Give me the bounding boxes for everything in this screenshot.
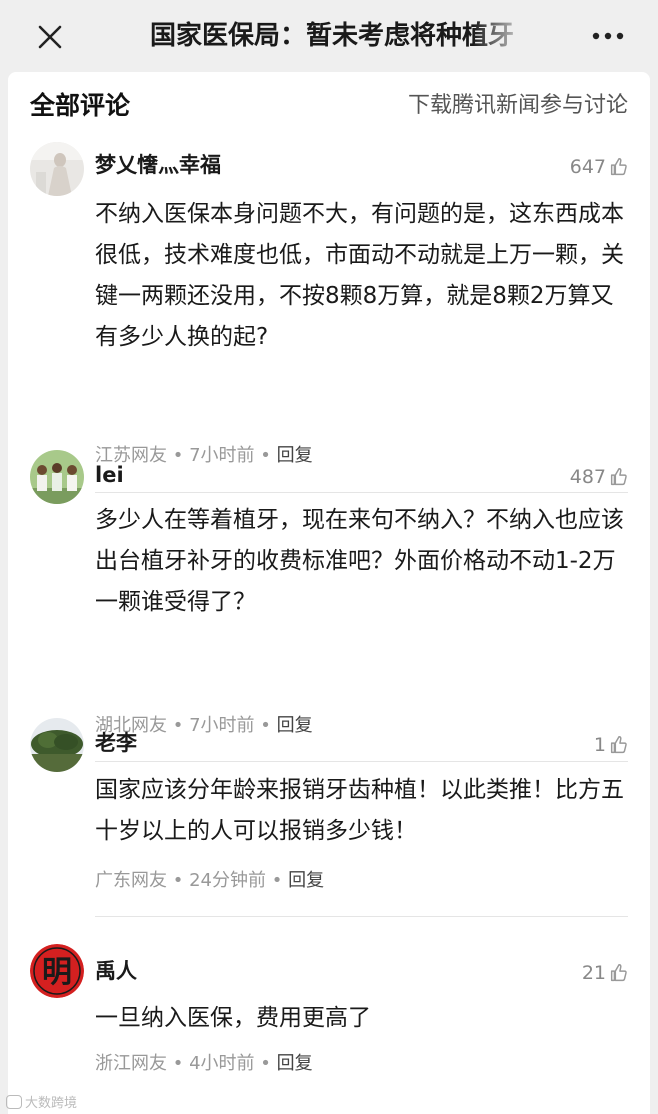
avatar[interactable]: 明: [30, 944, 84, 998]
meta-separator: •: [172, 715, 184, 736]
meta-separator: •: [271, 870, 283, 891]
comment-location: 广东网友: [95, 870, 167, 891]
comment-location: 浙江网友: [95, 1053, 167, 1074]
like-button[interactable]: 647: [570, 152, 630, 182]
avatar[interactable]: [30, 450, 84, 504]
meta-separator: •: [172, 1053, 184, 1074]
page-title: 国家医保局：暂未考虑将种植牙: [150, 21, 515, 51]
top-nav-bar: 国家医保局：暂未考虑将种植牙: [0, 0, 658, 72]
section-title: 全部评论: [30, 91, 131, 120]
comment-username[interactable]: lei: [95, 460, 124, 490]
watermark-text: 大数跨境: [25, 1096, 78, 1111]
watermark-logo-icon: [6, 1094, 22, 1109]
like-count: 647: [569, 156, 606, 178]
comments-card: 全部评论 下载腾讯新闻参与讨论 梦乂㦋灬幸福 647 不纳入医保本身问题不大，有…: [8, 72, 650, 1114]
comment-time: 7小时前: [189, 445, 255, 466]
comment-text: 国家应该分年龄来报销牙齿种植！以此类推！比方五十岁以上的人可以报销多少钱！: [95, 777, 624, 844]
comment-username[interactable]: 禹人: [95, 956, 137, 986]
avatar[interactable]: [30, 718, 84, 772]
comment-text: 不纳入医保本身问题不大，有问题的是，这东西成本很低，技术难度也低，市面动不动就是…: [95, 201, 624, 350]
like-count: 21: [581, 962, 606, 984]
reply-button[interactable]: 回复: [277, 715, 313, 736]
more-icon: [592, 32, 624, 40]
comment-username[interactable]: 老李: [95, 728, 137, 758]
comment-time: 7小时前: [189, 715, 255, 736]
comment-divider: [95, 492, 628, 493]
close-icon: [38, 25, 62, 49]
more-button[interactable]: [588, 20, 628, 52]
like-button[interactable]: 1: [594, 730, 630, 760]
thumbs-up-icon: [610, 736, 627, 754]
reply-button[interactable]: 回复: [277, 445, 313, 466]
comment-username[interactable]: 梦乂㦋灬幸福: [95, 150, 221, 180]
comments-header: 全部评论 下载腾讯新闻参与讨论: [8, 72, 650, 142]
comment-text: 多少人在等着植牙，现在来句不纳入？不纳入也应该出台植牙补牙的收费标准吧？外面价格…: [95, 507, 624, 615]
like-button[interactable]: 21: [582, 958, 630, 988]
meta-separator: •: [260, 1053, 271, 1074]
comment-meta: 江苏网友 • 7小时前 • 回复: [95, 443, 313, 469]
comment-meta: 广东网友 • 24分钟前 • 回复: [95, 868, 324, 894]
reply-button[interactable]: 回复: [288, 870, 324, 891]
comment-text: 一旦纳入医保，费用更高了: [95, 1005, 371, 1031]
thumbs-up-icon: [610, 468, 627, 486]
thumbs-up-icon: [610, 964, 627, 982]
like-count: 487: [569, 466, 606, 488]
meta-separator: •: [260, 715, 271, 736]
meta-separator: •: [172, 870, 184, 891]
comment-time: 24分钟前: [189, 870, 266, 891]
comment-divider: [95, 916, 628, 917]
meta-separator: •: [260, 445, 271, 466]
reply-button[interactable]: 回复: [277, 1053, 313, 1074]
comment-meta: 浙江网友 • 4小时前 • 回复: [95, 1051, 313, 1077]
like-count: 1: [593, 734, 606, 756]
comment-time: 4小时前: [189, 1053, 255, 1074]
download-app-link[interactable]: 下载腾讯新闻参与讨论: [408, 88, 628, 124]
comment-divider: [95, 761, 628, 762]
thumbs-up-icon: [610, 158, 627, 176]
watermark: 大数跨境: [6, 1092, 77, 1111]
like-button[interactable]: 487: [570, 462, 630, 492]
avatar-badge-char: 明: [42, 955, 72, 990]
avatar[interactable]: [30, 142, 84, 196]
meta-separator: •: [172, 445, 184, 466]
close-button[interactable]: [30, 17, 70, 57]
